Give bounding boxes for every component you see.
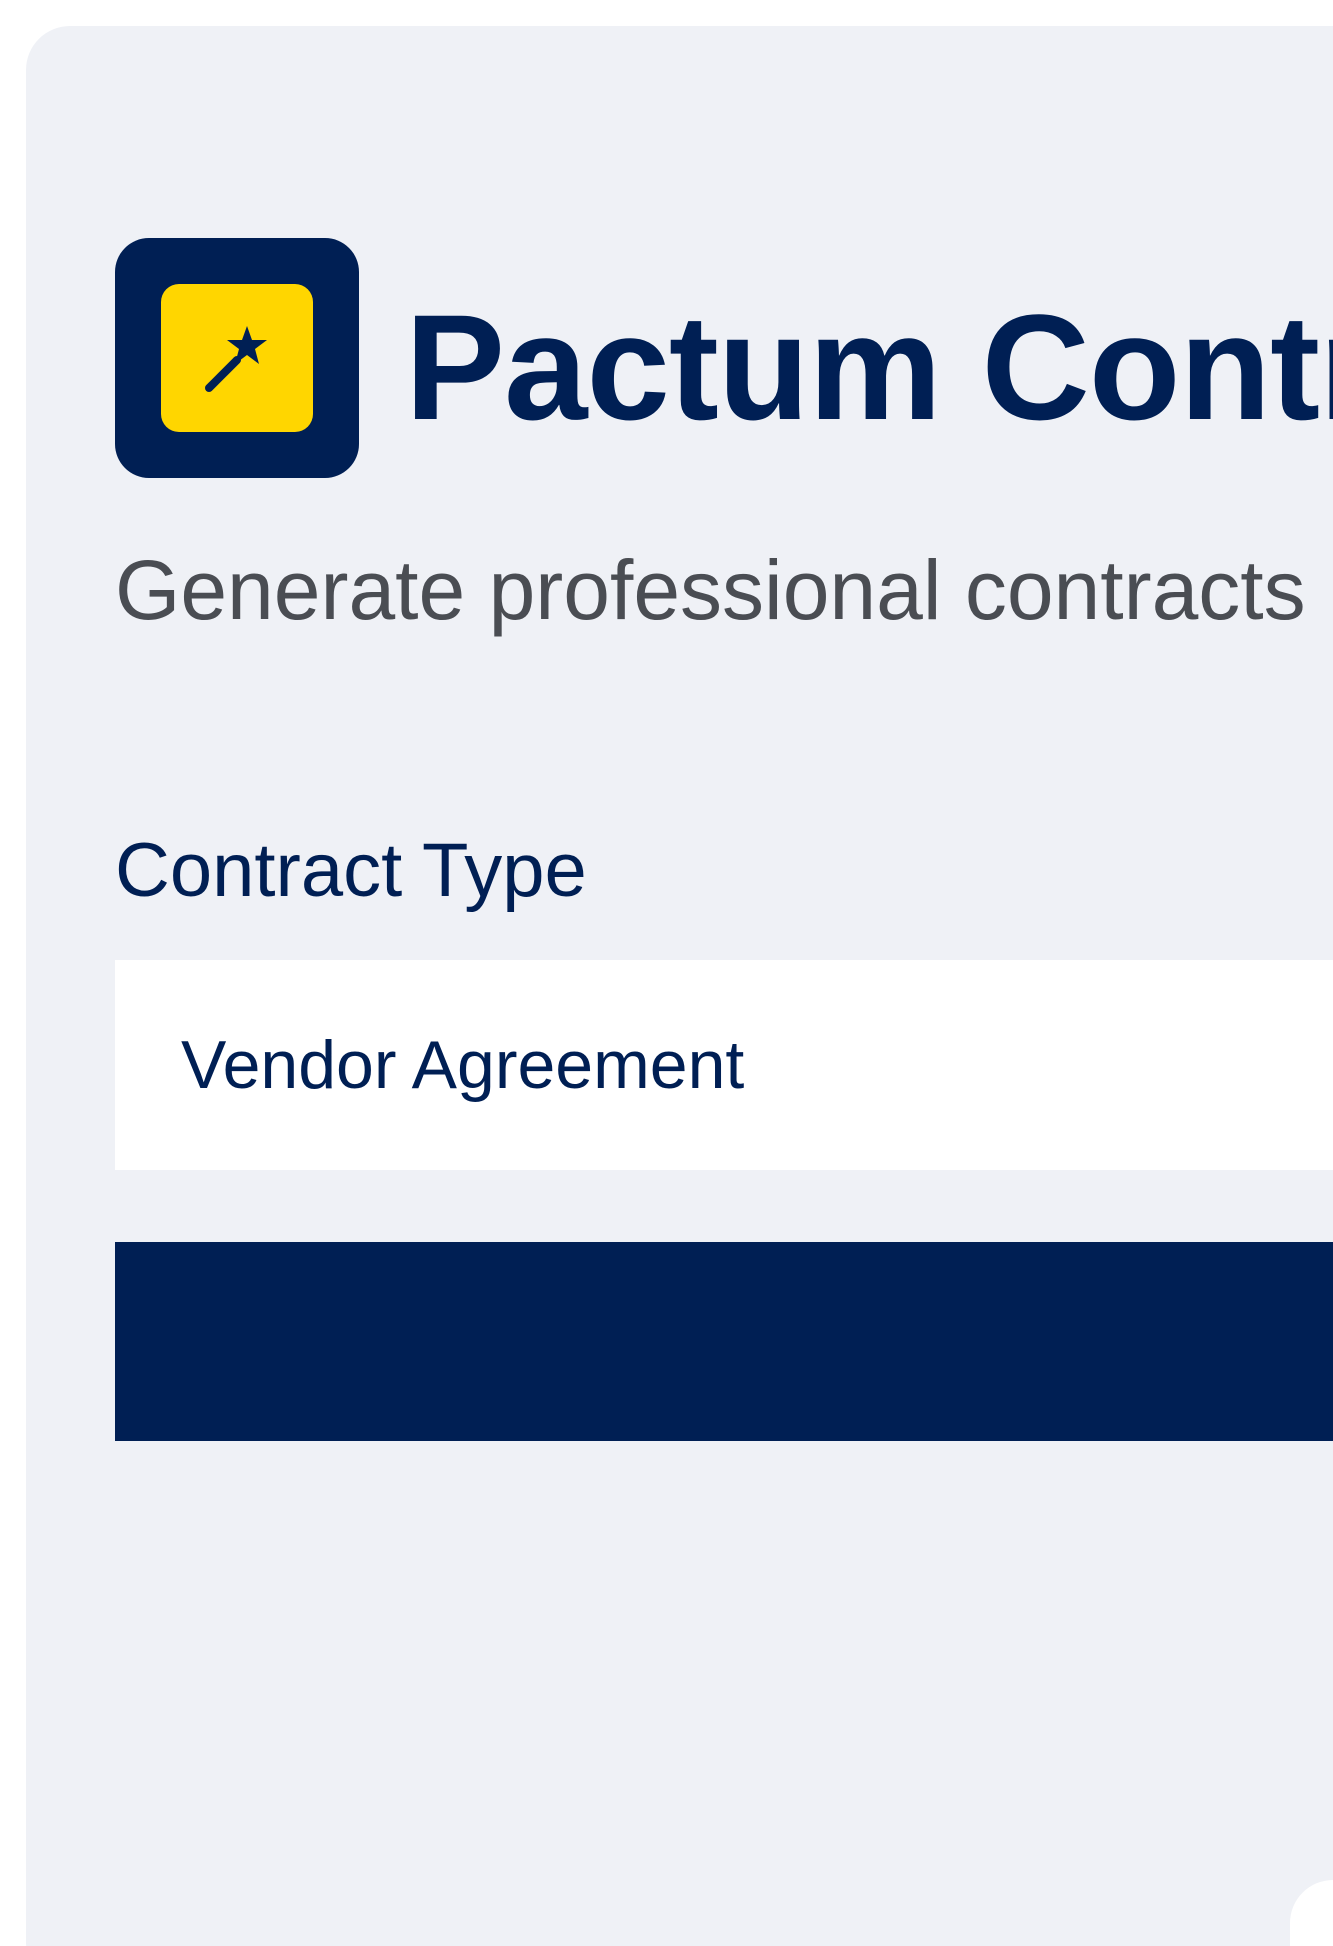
- page-subtitle: Generate professional contracts: [115, 543, 1306, 637]
- contract-type-value: Vendor Agreement: [181, 1027, 745, 1103]
- page-title: Pactum Contra: [405, 283, 1333, 451]
- app-logo: [115, 238, 359, 478]
- contract-type-label: Contract Type: [115, 828, 587, 913]
- magic-wand-icon: [205, 326, 267, 392]
- contract-type-select[interactable]: Vendor Agreement: [115, 960, 1333, 1170]
- generate-contract-button[interactable]: [115, 1242, 1333, 1441]
- viewport: Pactum Contra Generate professional cont…: [0, 0, 1333, 1946]
- logo-badge: [161, 284, 313, 432]
